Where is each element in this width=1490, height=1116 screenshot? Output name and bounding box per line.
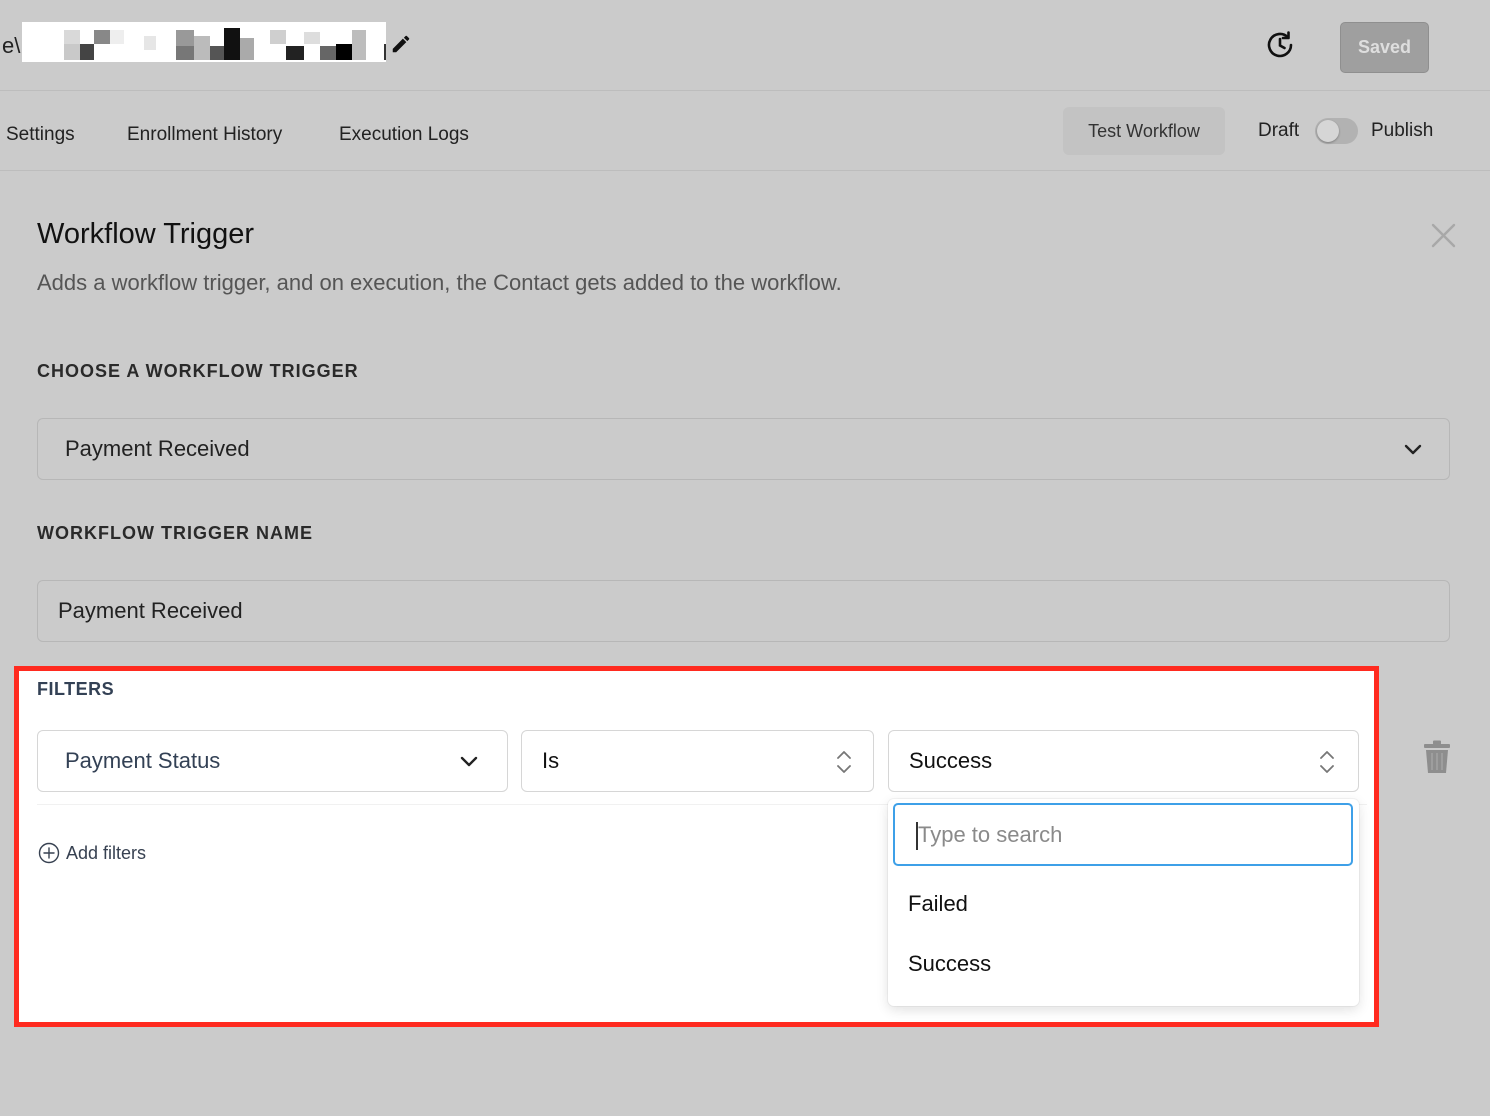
updown-chevron-icon [1320, 751, 1334, 773]
publish-label: Publish [1371, 120, 1434, 141]
draft-label: Draft [1258, 120, 1300, 141]
filters-label: FILTERS [37, 679, 115, 699]
workflow-name-prefix: e\ [2, 33, 21, 58]
tab-enrollment-history[interactable]: Enrollment History [127, 124, 282, 146]
top-bar: e\ Saved [0, 0, 1490, 91]
publish-toggle[interactable] [1315, 118, 1358, 144]
pencil-icon[interactable] [390, 33, 412, 55]
filter-value-select[interactable]: Success [888, 730, 1359, 792]
text-cursor [384, 44, 386, 60]
filter-value-selected: Success [909, 748, 993, 773]
filters-section: FILTERS Payment Status Is Success Add fi… [14, 666, 1379, 1027]
filter-operator-select[interactable]: Is [521, 730, 874, 792]
dropdown-search-placeholder: Type to search [918, 821, 1063, 847]
trigger-name-value: Payment Received [58, 598, 243, 623]
history-icon[interactable] [1263, 28, 1297, 62]
panel-description: Adds a workflow trigger, and on executio… [37, 270, 842, 295]
close-icon[interactable] [1430, 222, 1457, 249]
chevron-down-icon [460, 756, 478, 767]
text-cursor [916, 822, 918, 850]
chevron-down-icon [1404, 444, 1422, 455]
filter-operator-value: Is [542, 748, 560, 773]
trigger-name-label: WORKFLOW TRIGGER NAME [37, 523, 313, 543]
toggle-knob [1317, 120, 1339, 142]
updown-chevron-icon [837, 751, 851, 773]
filter-field-value: Payment Status [65, 748, 221, 773]
filter-field-select[interactable]: Payment Status [37, 730, 508, 792]
trigger-select[interactable]: Payment Received [37, 418, 1450, 480]
add-filters-label: Add filters [66, 842, 147, 863]
trigger-name-input[interactable]: Payment Received [37, 580, 1450, 642]
value-dropdown-menu: Type to search Failed Success [888, 799, 1359, 1006]
panel-title: Workflow Trigger [37, 218, 255, 250]
dropdown-option-failed[interactable]: Failed [908, 891, 968, 917]
plus-circle-icon [38, 842, 60, 864]
dropdown-option-success[interactable]: Success [908, 951, 991, 977]
trigger-select-value: Payment Received [65, 436, 250, 461]
trash-icon[interactable] [1423, 740, 1451, 774]
tab-execution-logs[interactable]: Execution Logs [339, 124, 469, 146]
saved-button[interactable]: Saved [1340, 22, 1429, 73]
test-workflow-button[interactable]: Test Workflow [1063, 107, 1225, 155]
add-filters-button[interactable]: Add filters [38, 842, 146, 864]
tab-bar: Settings Enrollment History Execution Lo… [0, 91, 1490, 171]
dropdown-search-input[interactable]: Type to search [893, 803, 1353, 866]
choose-trigger-label: CHOOSE A WORKFLOW TRIGGER [37, 361, 359, 381]
workflow-name-redacted[interactable] [22, 22, 386, 62]
tab-settings[interactable]: Settings [6, 124, 75, 146]
